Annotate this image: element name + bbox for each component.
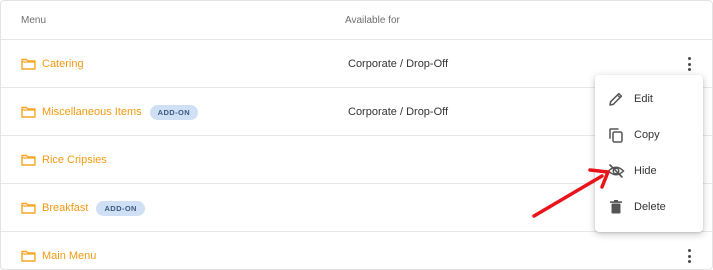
menu-name[interactable]: Rice Cripsies	[21, 136, 107, 184]
available-for-value: Corporate / Drop-Off	[348, 58, 449, 70]
folder-icon	[21, 58, 36, 70]
menu-name-label[interactable]: Breakfast	[42, 202, 88, 214]
menu-name[interactable]: Catering	[21, 40, 84, 88]
folder-icon	[21, 106, 36, 118]
menu-item-label: Delete	[634, 201, 666, 213]
menu-item-hide[interactable]: Hide	[595, 153, 703, 189]
header-menu: Menu	[21, 15, 47, 26]
trash-icon	[610, 200, 622, 214]
eye-off-icon	[607, 164, 625, 178]
table-row[interactable]: Main Menu	[1, 232, 712, 269]
menu-item-copy[interactable]: Copy	[595, 117, 703, 153]
menu-name-label[interactable]: Main Menu	[42, 250, 96, 262]
more-actions-icon[interactable]	[681, 54, 697, 74]
folder-icon	[21, 154, 36, 166]
copy-icon	[609, 128, 623, 143]
folder-icon	[21, 202, 36, 214]
menu-item-label: Copy	[634, 129, 660, 141]
menu-name[interactable]: Main Menu	[21, 232, 96, 269]
row-actions-menu: Edit Copy Hide Delete	[595, 75, 703, 232]
folder-icon	[21, 250, 36, 262]
menu-item-label: Hide	[634, 165, 657, 177]
menu-name-label[interactable]: Miscellaneous Items	[42, 106, 142, 118]
menu-item-edit[interactable]: Edit	[595, 81, 703, 117]
available-for-value: Corporate / Drop-Off	[348, 106, 449, 118]
header-available-for: Available for	[345, 15, 400, 26]
addon-badge: ADD-ON	[96, 200, 145, 216]
menu-name[interactable]: Breakfast ADD-ON	[21, 184, 145, 232]
menu-item-delete[interactable]: Delete	[595, 189, 703, 225]
more-actions-icon[interactable]	[681, 246, 697, 266]
pencil-icon	[609, 92, 623, 106]
addon-badge: ADD-ON	[149, 104, 199, 120]
table-header: Menu Available for	[1, 1, 712, 40]
menu-name-label[interactable]: Catering	[42, 58, 84, 70]
menu-item-label: Edit	[634, 93, 653, 105]
menu-name[interactable]: Miscellaneous Items ADD-ON	[21, 88, 199, 136]
menu-name-label[interactable]: Rice Cripsies	[42, 154, 107, 166]
